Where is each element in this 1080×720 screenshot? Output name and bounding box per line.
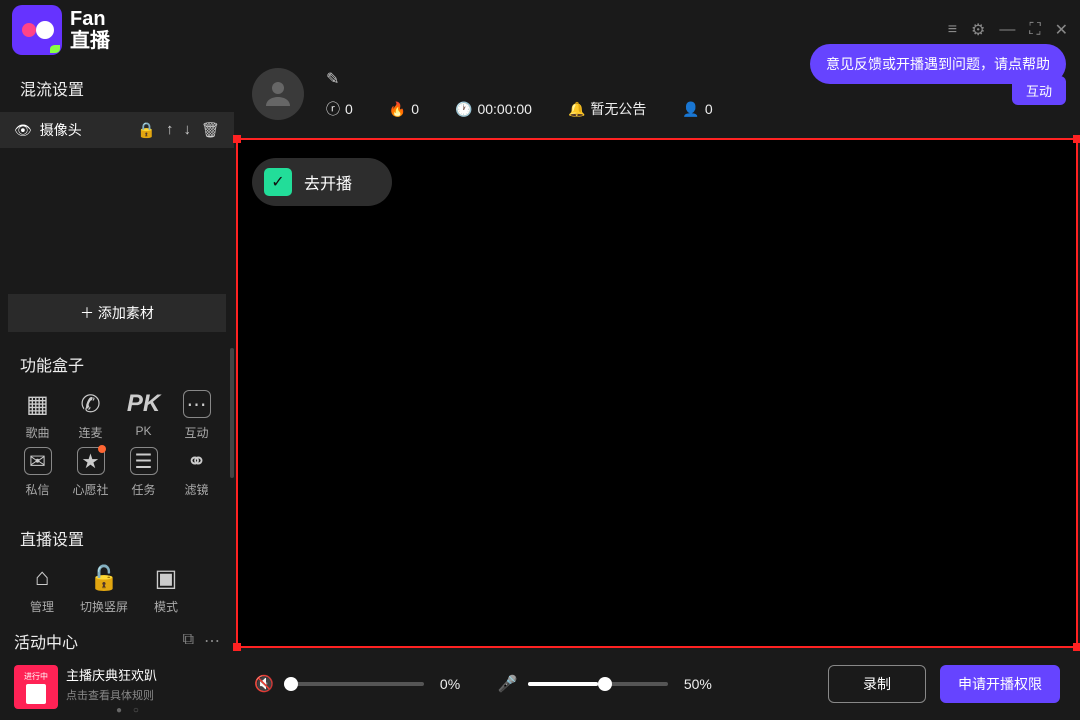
chat-icon: ⋯ bbox=[183, 390, 211, 418]
activity-title: 活动中心 bbox=[14, 629, 78, 653]
clock-icon: 🕐 bbox=[455, 101, 472, 118]
mic-volume[interactable]: 🎤 50% bbox=[498, 674, 728, 694]
app-songs[interactable]: ▦歌曲 bbox=[14, 390, 61, 441]
eye-icon: 👁 bbox=[14, 122, 32, 139]
speaker-muted-icon[interactable]: 🔇 bbox=[254, 674, 274, 694]
grid-icon: ▦ bbox=[24, 390, 52, 418]
stat-viewers: 👤0 bbox=[682, 101, 712, 118]
app-logo: Fan直播 bbox=[12, 5, 110, 55]
more-icon[interactable]: ⋯ bbox=[204, 631, 220, 651]
live-settings-title: 直播设置 bbox=[0, 518, 234, 558]
stat-coin: ⓡ0 bbox=[326, 99, 353, 119]
activity-sub: 点击查看具体规则 bbox=[66, 687, 157, 703]
lock-icon[interactable]: 🔒 bbox=[137, 121, 156, 139]
list-icon: ☰ bbox=[130, 447, 158, 475]
person-icon: 👤 bbox=[682, 101, 699, 118]
page-dots[interactable]: ● ○ bbox=[116, 705, 143, 716]
setting-mode[interactable]: ▣模式 bbox=[138, 564, 194, 615]
avatar[interactable] bbox=[252, 68, 304, 120]
activity-thumb: 进行中 bbox=[14, 665, 58, 709]
clipboard-check-icon: ✓ bbox=[264, 168, 292, 196]
menu-icon[interactable]: ≡ bbox=[948, 21, 957, 39]
mix-settings-title: 混流设置 bbox=[0, 68, 234, 108]
record-button[interactable]: 录制 bbox=[828, 665, 926, 703]
move-up-icon[interactable]: ↑ bbox=[166, 121, 174, 139]
mic-icon[interactable]: 🎤 bbox=[498, 674, 518, 694]
pk-icon: PK bbox=[130, 390, 158, 418]
trash-icon[interactable]: 🗑 bbox=[201, 121, 220, 139]
app-interact[interactable]: ⋯互动 bbox=[173, 390, 220, 441]
app-dm[interactable]: ✉私信 bbox=[14, 447, 61, 498]
fire-icon: 🔥 bbox=[389, 101, 406, 118]
app-name-2: 直播 bbox=[70, 30, 110, 52]
bell-icon: 🔔 bbox=[568, 101, 585, 118]
go-live-button[interactable]: ✓ 去开播 bbox=[252, 158, 392, 206]
speaker-volume[interactable]: 🔇 0% bbox=[254, 674, 484, 694]
app-lianmai[interactable]: ✆连麦 bbox=[67, 390, 114, 441]
app-tasks[interactable]: ☰任务 bbox=[120, 447, 167, 498]
source-label: 摄像头 bbox=[40, 120, 82, 140]
activity-name: 主播庆典狂欢趴 bbox=[66, 665, 157, 684]
source-item-camera[interactable]: 👁 摄像头 🔒 ↑ ↓ 🗑 bbox=[0, 112, 234, 148]
app-pk[interactable]: PKPK bbox=[120, 390, 167, 441]
apply-broadcast-button[interactable]: 申请开播权限 bbox=[940, 665, 1060, 703]
maximize-icon[interactable]: ⛶ bbox=[1029, 21, 1040, 39]
gear-icon[interactable]: ⚙ bbox=[971, 20, 985, 40]
setting-rotate[interactable]: 🔓切换竖屏 bbox=[76, 564, 132, 615]
shield-icon: ⌂ bbox=[28, 564, 56, 592]
stat-fire: 🔥0 bbox=[389, 101, 419, 118]
camera-icon: ▣ bbox=[152, 564, 180, 592]
app-filter[interactable]: ⚭滤镜 bbox=[173, 447, 220, 498]
setting-manage[interactable]: ⌂管理 bbox=[14, 564, 70, 615]
app-wish[interactable]: ★心愿社 bbox=[67, 447, 114, 498]
coin-icon: ⓡ bbox=[326, 99, 340, 119]
stat-time: 🕐00:00:00 bbox=[455, 101, 532, 118]
toolbox-title: 功能盒子 bbox=[0, 344, 234, 384]
app-name-1: Fan bbox=[70, 8, 110, 30]
close-icon[interactable]: ✕ bbox=[1055, 20, 1068, 40]
minimize-icon[interactable]: — bbox=[999, 21, 1015, 39]
mail-icon: ✉ bbox=[24, 447, 52, 475]
pip-icon[interactable]: ⧉ bbox=[183, 631, 194, 651]
preview-canvas[interactable]: ✓ 去开播 bbox=[236, 138, 1078, 648]
phone-icon: ✆ bbox=[77, 390, 105, 418]
unlock-icon: 🔓 bbox=[90, 564, 118, 592]
filter-icon: ⚭ bbox=[183, 447, 211, 475]
add-source-button[interactable]: ＋ 添加素材 bbox=[8, 294, 226, 332]
help-bubble[interactable]: 意见反馈或开播遇到问题，请点帮助 bbox=[810, 44, 1066, 84]
move-down-icon[interactable]: ↓ bbox=[183, 121, 191, 139]
stat-notice[interactable]: 🔔暂无公告 bbox=[568, 99, 646, 119]
edit-icon[interactable]: ✎ bbox=[326, 69, 713, 89]
